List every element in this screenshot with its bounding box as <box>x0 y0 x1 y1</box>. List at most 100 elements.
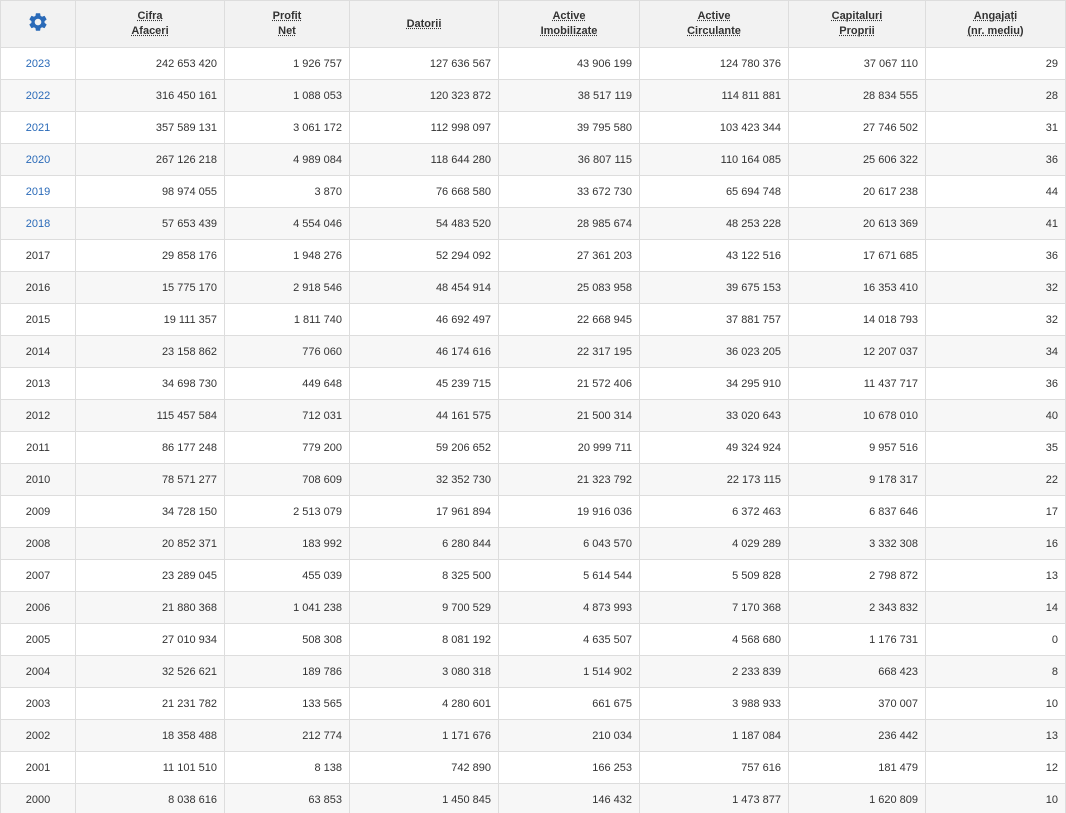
year-link[interactable]: 2018 <box>26 218 50 230</box>
year-label: 2001 <box>25 761 51 774</box>
table-row: 2004 32 526 621 189 786 3 080 318 1 514 902 2… <box>0 655 1066 688</box>
value-cell-angajati: 41 <box>925 207 1066 240</box>
column-header-line: Active <box>552 10 586 22</box>
value-cell-active-imobilizate: 39 795 580 <box>498 111 640 144</box>
value-cell-datorii: 9 700 529 <box>349 591 499 624</box>
year-cell: 2014 <box>0 335 76 368</box>
value-cell-capitaluri-proprii: 12 207 037 <box>788 335 926 368</box>
value-cell-profit-net: 455 039 <box>224 559 350 592</box>
value-cell-active-circulante: 48 253 228 <box>639 207 789 240</box>
value-cell-profit-net: 8 138 <box>224 751 350 784</box>
value-cell-angajati: 16 <box>925 527 1066 560</box>
value-cell-profit-net: 508 308 <box>224 623 350 656</box>
column-header-line: Imobilizate <box>540 25 598 37</box>
column-header-line: Net <box>278 25 296 37</box>
value-cell-cifra-afaceri: 34 698 730 <box>75 367 225 400</box>
year-label: 2006 <box>25 601 51 614</box>
value-cell-active-imobilizate: 5 614 544 <box>498 559 640 592</box>
table-row: 2002 18 358 488 212 774 1 171 676 210 034 1 1… <box>0 719 1066 752</box>
column-header-angajati: Angajați (nr. mediu) <box>925 0 1066 48</box>
year-label: 2015 <box>25 313 51 326</box>
financial-table: Cifra Afaceri Profit Net Datorii Active Imobil… <box>0 0 1066 813</box>
value-cell-profit-net: 3 870 <box>224 175 350 208</box>
value-cell-profit-net: 779 200 <box>224 431 350 464</box>
value-cell-datorii: 45 239 715 <box>349 367 499 400</box>
column-header-label[interactable]: Cifra Afaceri <box>131 9 168 39</box>
year-cell: 2023 <box>0 47 76 80</box>
value-cell-active-imobilizate: 22 668 945 <box>498 303 640 336</box>
value-cell-cifra-afaceri: 78 571 277 <box>75 463 225 496</box>
value-cell-angajati: 28 <box>925 79 1066 112</box>
value-cell-active-circulante: 114 811 881 <box>639 79 789 112</box>
year-cell: 2013 <box>0 367 76 400</box>
value-cell-active-imobilizate: 1 514 902 <box>498 655 640 688</box>
value-cell-cifra-afaceri: 11 101 510 <box>75 751 225 784</box>
year-cell: 2009 <box>0 495 76 528</box>
column-header-line: Afaceri <box>131 25 169 37</box>
column-header-label[interactable]: Angajați (nr. mediu) <box>967 9 1023 39</box>
year-link[interactable]: 2023 <box>26 58 50 70</box>
value-cell-profit-net: 4 554 046 <box>224 207 350 240</box>
value-cell-angajati: 32 <box>925 271 1066 304</box>
year-link[interactable]: 2022 <box>26 90 50 102</box>
column-header-label[interactable]: Active Imobilizate <box>541 9 598 39</box>
value-cell-profit-net: 2 918 546 <box>224 271 350 304</box>
value-cell-active-circulante: 65 694 748 <box>639 175 789 208</box>
value-cell-datorii: 8 325 500 <box>349 559 499 592</box>
value-cell-angajati: 29 <box>925 47 1066 80</box>
value-cell-datorii: 112 998 097 <box>349 111 499 144</box>
year-label: 2014 <box>25 345 51 358</box>
gear-icon[interactable] <box>27 11 49 33</box>
value-cell-cifra-afaceri: 57 653 439 <box>75 207 225 240</box>
value-cell-active-circulante: 1 187 084 <box>639 719 789 752</box>
value-cell-capitaluri-proprii: 1 176 731 <box>788 623 926 656</box>
value-cell-profit-net: 212 774 <box>224 719 350 752</box>
column-header-active-circulante: Active Circulante <box>639 0 789 48</box>
column-header-line: Profit <box>272 10 302 22</box>
value-cell-profit-net: 1 088 053 <box>224 79 350 112</box>
value-cell-profit-net: 4 989 084 <box>224 143 350 176</box>
value-cell-cifra-afaceri: 242 653 420 <box>75 47 225 80</box>
year-cell: 2021 <box>0 111 76 144</box>
value-cell-cifra-afaceri: 27 010 934 <box>75 623 225 656</box>
value-cell-capitaluri-proprii: 181 479 <box>788 751 926 784</box>
table-row: 2005 27 010 934 508 308 8 081 192 4 635 507 4… <box>0 623 1066 656</box>
year-cell: 2002 <box>0 719 76 752</box>
value-cell-cifra-afaceri: 21 880 368 <box>75 591 225 624</box>
value-cell-profit-net: 449 648 <box>224 367 350 400</box>
value-cell-angajati: 36 <box>925 239 1066 272</box>
value-cell-angajati: 44 <box>925 175 1066 208</box>
value-cell-datorii: 76 668 580 <box>349 175 499 208</box>
value-cell-capitaluri-proprii: 17 671 685 <box>788 239 926 272</box>
year-link[interactable]: 2019 <box>26 186 50 198</box>
value-cell-active-circulante: 6 372 463 <box>639 495 789 528</box>
column-header-label[interactable]: Capitaluri Proprii <box>832 9 883 39</box>
column-header-label[interactable]: Profit Net <box>273 9 302 39</box>
value-cell-active-imobilizate: 661 675 <box>498 687 640 720</box>
value-cell-capitaluri-proprii: 37 067 110 <box>788 47 926 80</box>
value-cell-active-imobilizate: 21 500 314 <box>498 399 640 432</box>
value-cell-cifra-afaceri: 267 126 218 <box>75 143 225 176</box>
value-cell-datorii: 46 692 497 <box>349 303 499 336</box>
value-cell-datorii: 1 171 676 <box>349 719 499 752</box>
column-header-label[interactable]: Datorii <box>407 17 442 32</box>
year-cell: 2007 <box>0 559 76 592</box>
value-cell-profit-net: 189 786 <box>224 655 350 688</box>
year-label: 2004 <box>25 665 51 678</box>
value-cell-active-circulante: 22 173 115 <box>639 463 789 496</box>
year-label: 2017 <box>25 249 51 262</box>
value-cell-capitaluri-proprii: 16 353 410 <box>788 271 926 304</box>
column-header-line: Circulante <box>687 25 741 37</box>
value-cell-profit-net: 1 041 238 <box>224 591 350 624</box>
value-cell-active-imobilizate: 6 043 570 <box>498 527 640 560</box>
value-cell-active-circulante: 49 324 924 <box>639 431 789 464</box>
year-link[interactable]: 2020 <box>26 154 50 166</box>
column-header-label[interactable]: Active Circulante <box>687 9 741 39</box>
year-link[interactable]: 2021 <box>26 122 50 134</box>
value-cell-capitaluri-proprii: 11 437 717 <box>788 367 926 400</box>
value-cell-capitaluri-proprii: 668 423 <box>788 655 926 688</box>
year-label: 2009 <box>25 505 51 518</box>
value-cell-datorii: 6 280 844 <box>349 527 499 560</box>
value-cell-capitaluri-proprii: 10 678 010 <box>788 399 926 432</box>
table-row: 2011 86 177 248 779 200 59 206 652 20 999 71… <box>0 431 1066 464</box>
